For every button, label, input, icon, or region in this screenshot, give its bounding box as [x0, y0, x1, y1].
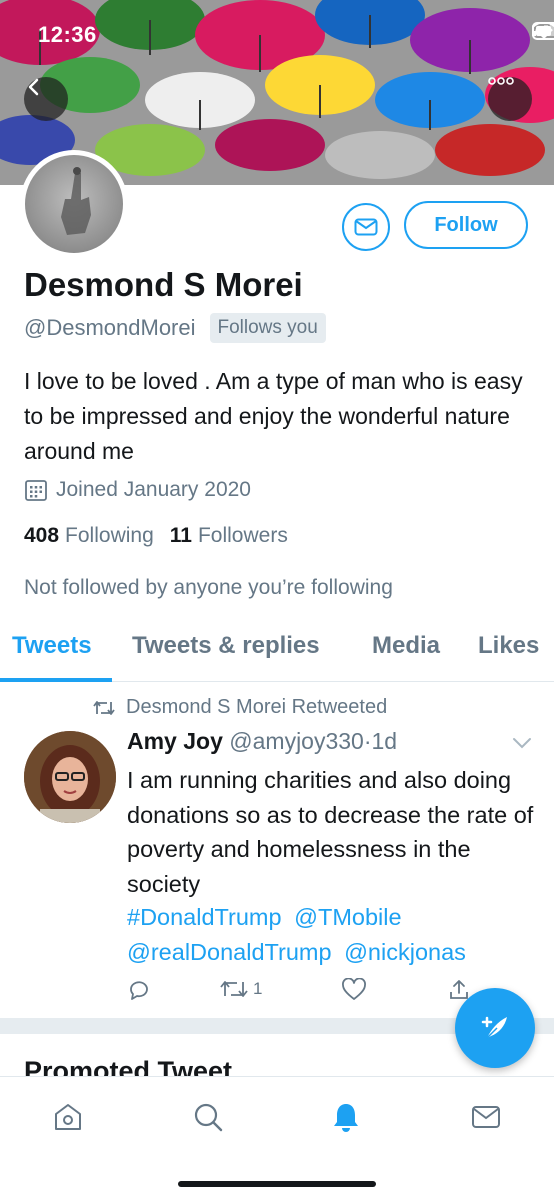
- tweet-text: I am running charities and also doing do…: [127, 767, 534, 897]
- following-count: 408: [24, 524, 60, 547]
- home-icon: [55, 1104, 81, 1130]
- retweet-context: Desmond S Morei Retweeted: [92, 696, 387, 719]
- tweet-mention-link[interactable]: @nickjonas: [344, 939, 466, 965]
- retweet-note: Desmond S Morei Retweeted: [126, 696, 388, 718]
- calendar-icon: [25, 480, 47, 501]
- status-time: 12:36: [38, 22, 97, 47]
- following-label: Following: [65, 524, 154, 547]
- profile-tabs: Tweets Tweets & replies Media Likes: [0, 614, 554, 682]
- search-icon: [194, 1103, 223, 1132]
- tab-media[interactable]: Media: [372, 632, 440, 660]
- follow-button[interactable]: Follow: [404, 201, 528, 249]
- avatar-hand-image: [61, 167, 91, 235]
- handle-row: @DesmondMorei Follows you: [24, 313, 326, 343]
- profile-bio: I love to be loved . Am a type of man wh…: [24, 368, 523, 464]
- tweet-links: #DonaldTrump @TMobile @realDonaldTrump @…: [127, 900, 537, 969]
- not-followed-note: Not followed by anyone you’re following: [24, 576, 393, 599]
- profile-display-name: Desmond S Morei: [24, 266, 303, 303]
- tweet-hashtag-link[interactable]: #DonaldTrump: [127, 904, 282, 930]
- retweet-icon: [93, 700, 115, 715]
- battery-icon: [532, 22, 554, 40]
- tweet-author-handle-time[interactable]: @amyjoy330·1d: [229, 728, 397, 754]
- joined-date: Joined January 2020: [56, 478, 251, 501]
- compose-feather-icon: [481, 1016, 507, 1039]
- message-button[interactable]: [342, 203, 390, 251]
- follows-you-badge: Follows you: [209, 313, 326, 343]
- nav-home[interactable]: [48, 1097, 88, 1137]
- nav-search[interactable]: [188, 1097, 228, 1137]
- profile-avatar[interactable]: [20, 150, 128, 258]
- more-options-button[interactable]: [488, 77, 532, 121]
- chevron-left-icon: [28, 78, 39, 96]
- followers-count: 11: [169, 524, 192, 547]
- avatar-portrait-image: [24, 731, 116, 823]
- chevron-down-icon: [513, 738, 531, 749]
- profile-handle: @DesmondMorei: [24, 315, 196, 340]
- tab-likes[interactable]: Likes: [478, 632, 539, 660]
- tweet-header: Amy Joy @amyjoy330·1d: [127, 728, 397, 755]
- notifications-bell-icon: [334, 1104, 358, 1132]
- active-tab-indicator: [0, 678, 112, 682]
- nav-notifications[interactable]: [326, 1097, 366, 1137]
- followers-stat[interactable]: 11 Followers: [170, 524, 288, 548]
- envelope-icon: [354, 218, 378, 236]
- tab-tweets-replies[interactable]: Tweets & replies: [132, 632, 320, 660]
- compose-tweet-button[interactable]: [455, 988, 535, 1068]
- tweet-actions: 1: [127, 978, 487, 1008]
- home-indicator: [178, 1181, 376, 1187]
- bottom-navigation: [0, 1076, 554, 1200]
- messages-envelope-icon: [472, 1106, 500, 1128]
- tab-tweets[interactable]: Tweets: [12, 632, 92, 660]
- retweet-count: 1: [253, 979, 263, 998]
- more-horizontal-icon: [488, 77, 514, 85]
- tweet-author-name[interactable]: Amy Joy: [127, 728, 223, 754]
- follow-stats: 408 Following 11 Followers: [24, 524, 288, 548]
- retweet-icon: [220, 981, 248, 997]
- reply-icon: [130, 981, 148, 1000]
- like-heart-icon: [342, 978, 366, 1000]
- followers-label: Followers: [197, 524, 288, 547]
- retweet-button[interactable]: 1: [219, 978, 262, 1000]
- tweet-menu-button[interactable]: [512, 736, 532, 754]
- back-button[interactable]: [24, 77, 68, 121]
- like-button[interactable]: [341, 978, 367, 1002]
- tweet-author-avatar[interactable]: [24, 731, 116, 823]
- tweet-mention-link[interactable]: @realDonaldTrump: [127, 939, 332, 965]
- nav-messages[interactable]: [466, 1097, 506, 1137]
- status-bar: 12:36: [0, 0, 554, 60]
- tweet-mention-link[interactable]: @TMobile: [294, 904, 401, 930]
- following-stat[interactable]: 408 Following: [24, 524, 154, 548]
- joined-row: Joined January 2020: [24, 478, 251, 502]
- reply-button[interactable]: [127, 978, 151, 1002]
